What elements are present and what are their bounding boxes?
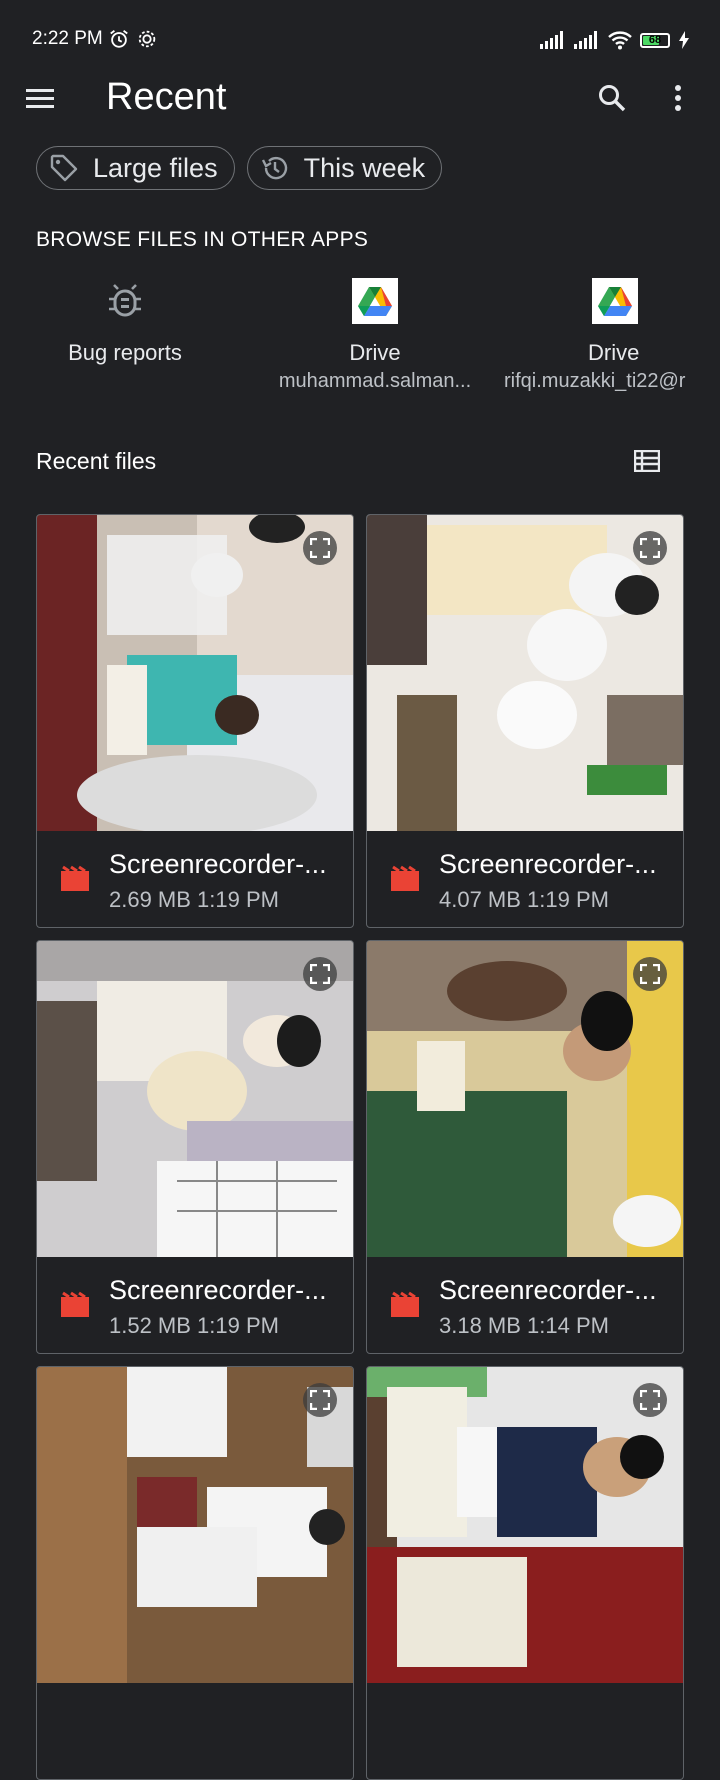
file-name: Screenrecorder-... bbox=[109, 849, 327, 879]
fullscreen-icon[interactable] bbox=[633, 531, 667, 565]
app-name: Bug reports bbox=[68, 340, 182, 365]
fullscreen-icon[interactable] bbox=[303, 531, 337, 565]
file-name: Screenrecorder-... bbox=[109, 1275, 327, 1305]
file-name: Screenrecorder-... bbox=[439, 1275, 657, 1305]
video-thumbnail bbox=[37, 941, 353, 1257]
file-name: Screenrecorder-... bbox=[439, 849, 657, 879]
video-icon bbox=[391, 865, 419, 891]
battery-icon: 68 bbox=[640, 32, 670, 48]
tag-icon bbox=[50, 154, 78, 182]
fullscreen-icon[interactable] bbox=[633, 1383, 667, 1417]
signal-icon bbox=[540, 31, 563, 49]
more-vert-icon[interactable] bbox=[668, 82, 688, 114]
file-card[interactable]: Screenrecorder-... 2.69 MB 1:19 PM bbox=[36, 514, 354, 928]
app-drive-1[interactable]: Drive muhammad.salman... bbox=[260, 278, 490, 393]
page-title: Recent bbox=[106, 76, 227, 118]
status-time: 2:22 PM bbox=[32, 28, 103, 49]
other-apps-row: Bug reports Drive muhammad.salman... Dri… bbox=[0, 278, 720, 408]
video-thumbnail bbox=[37, 1367, 353, 1683]
file-card[interactable]: Screenrecorder-... 3.18 MB 1:14 PM bbox=[366, 940, 684, 1354]
bug-icon bbox=[109, 284, 141, 317]
menu-icon[interactable] bbox=[26, 86, 56, 112]
video-icon bbox=[61, 1291, 89, 1317]
file-card[interactable]: Screenrecorder-... 1.52 MB 1:19 PM bbox=[36, 940, 354, 1354]
file-meta: 1.52 MB 1:19 PM bbox=[109, 1313, 279, 1338]
video-thumbnail bbox=[367, 515, 683, 831]
video-icon bbox=[391, 1291, 419, 1317]
signal-icon bbox=[574, 31, 597, 49]
app-name: Drive bbox=[349, 340, 401, 365]
list-view-icon[interactable] bbox=[634, 450, 660, 472]
search-icon[interactable] bbox=[596, 82, 628, 114]
chip-label: Large files bbox=[93, 152, 218, 183]
browse-heading: BROWSE FILES IN OTHER APPS bbox=[36, 228, 369, 251]
app-bug-reports[interactable]: Bug reports bbox=[40, 278, 210, 366]
history-icon bbox=[261, 156, 287, 180]
app-account: rifqi.muzakki_ti22@r bbox=[504, 370, 686, 392]
chip-this-week[interactable]: This week bbox=[246, 146, 443, 190]
alarm-icon bbox=[110, 30, 128, 48]
google-drive-icon bbox=[358, 287, 392, 316]
file-meta: 4.07 MB 1:19 PM bbox=[439, 887, 609, 912]
video-thumbnail bbox=[367, 941, 683, 1257]
video-thumbnail bbox=[367, 1367, 683, 1683]
filter-chips: Large files This week bbox=[36, 146, 443, 190]
fullscreen-icon[interactable] bbox=[303, 957, 337, 991]
charging-icon bbox=[679, 31, 689, 49]
file-card[interactable]: Screenrecorder-... 4.07 MB 1:19 PM bbox=[366, 514, 684, 928]
file-card[interactable] bbox=[36, 1366, 354, 1780]
file-meta: 2.69 MB 1:19 PM bbox=[109, 887, 279, 912]
chip-label: This week bbox=[303, 152, 426, 183]
fullscreen-icon[interactable] bbox=[303, 1383, 337, 1417]
file-meta: 3.18 MB 1:14 PM bbox=[439, 1313, 609, 1338]
chip-large-files[interactable]: Large files bbox=[36, 146, 235, 190]
app-name: Drive bbox=[588, 340, 640, 365]
app-bar: Recent bbox=[0, 70, 720, 130]
status-bar: 2:22 PM 68 bbox=[0, 0, 720, 80]
file-card[interactable] bbox=[366, 1366, 684, 1780]
recent-files-heading: Recent files bbox=[36, 448, 157, 474]
fullscreen-icon[interactable] bbox=[633, 957, 667, 991]
google-drive-icon bbox=[598, 287, 632, 316]
video-icon bbox=[61, 865, 89, 891]
video-thumbnail bbox=[37, 515, 353, 831]
app-account: muhammad.salman... bbox=[278, 370, 472, 392]
battery-level: 68 bbox=[648, 33, 662, 46]
settings-icon bbox=[138, 30, 156, 48]
wifi-icon bbox=[608, 31, 632, 50]
app-drive-2[interactable]: Drive rifqi.muzakki_ti22@r bbox=[504, 278, 720, 393]
